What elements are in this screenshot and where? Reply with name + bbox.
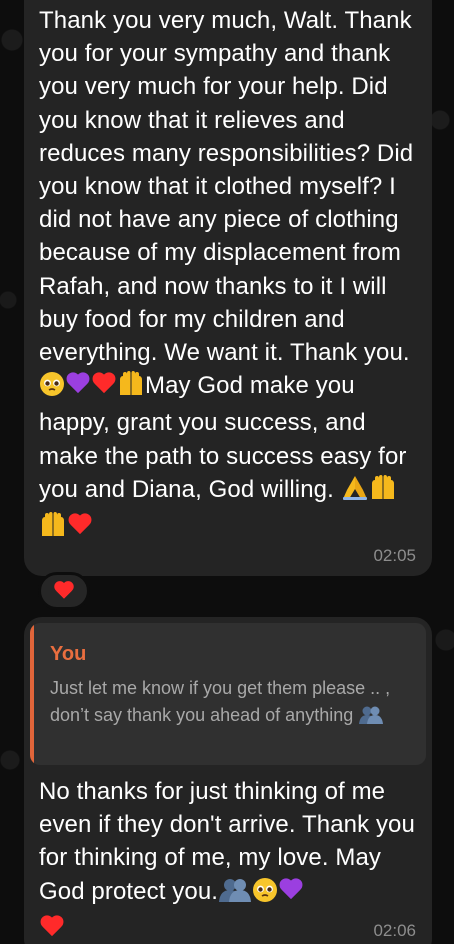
quote-accent-bar (30, 623, 34, 765)
red-heart-icon (91, 372, 117, 396)
raising-hands-icon (117, 371, 145, 406)
quote-text-content: Just let me know if you get them please … (50, 678, 391, 725)
reaction-badge[interactable] (38, 572, 90, 610)
message-timestamp: 02:05 (373, 546, 416, 565)
quote-author: You (50, 643, 87, 665)
incoming-message-bubble[interactable]: You Just let me know if you get them ple… (24, 617, 432, 944)
chat-view[interactable]: Thank you very much, Walt. Thank you for… (0, 0, 454, 944)
people-hugging-icon (218, 877, 252, 912)
message-text: Thank you very much, Walt. Thank you for… (39, 4, 424, 547)
folded-hands-icon (341, 475, 369, 510)
pleading-face-icon (39, 371, 65, 406)
message-text-part: Thank you very much, Walt. Thank you for… (39, 7, 414, 367)
pleading-face-icon (252, 877, 278, 912)
people-hugging-icon (358, 705, 384, 733)
raising-hands-icon (369, 474, 397, 510)
purple-heart-icon (278, 878, 304, 902)
raising-hands-icon (39, 512, 67, 547)
red-heart-icon (67, 513, 93, 537)
message-text: No thanks for just thinking of me even i… (39, 775, 424, 944)
purple-heart-icon (65, 372, 91, 396)
quoted-reply[interactable]: You Just let me know if you get them ple… (30, 623, 426, 765)
red-heart-icon (39, 915, 65, 939)
incoming-message-bubble[interactable]: Thank you very much, Walt. Thank you for… (24, 0, 432, 576)
red-heart-icon (53, 581, 75, 601)
quote-text: Just let me know if you get them please … (50, 675, 420, 733)
message-timestamp: 02:06 (373, 921, 416, 940)
